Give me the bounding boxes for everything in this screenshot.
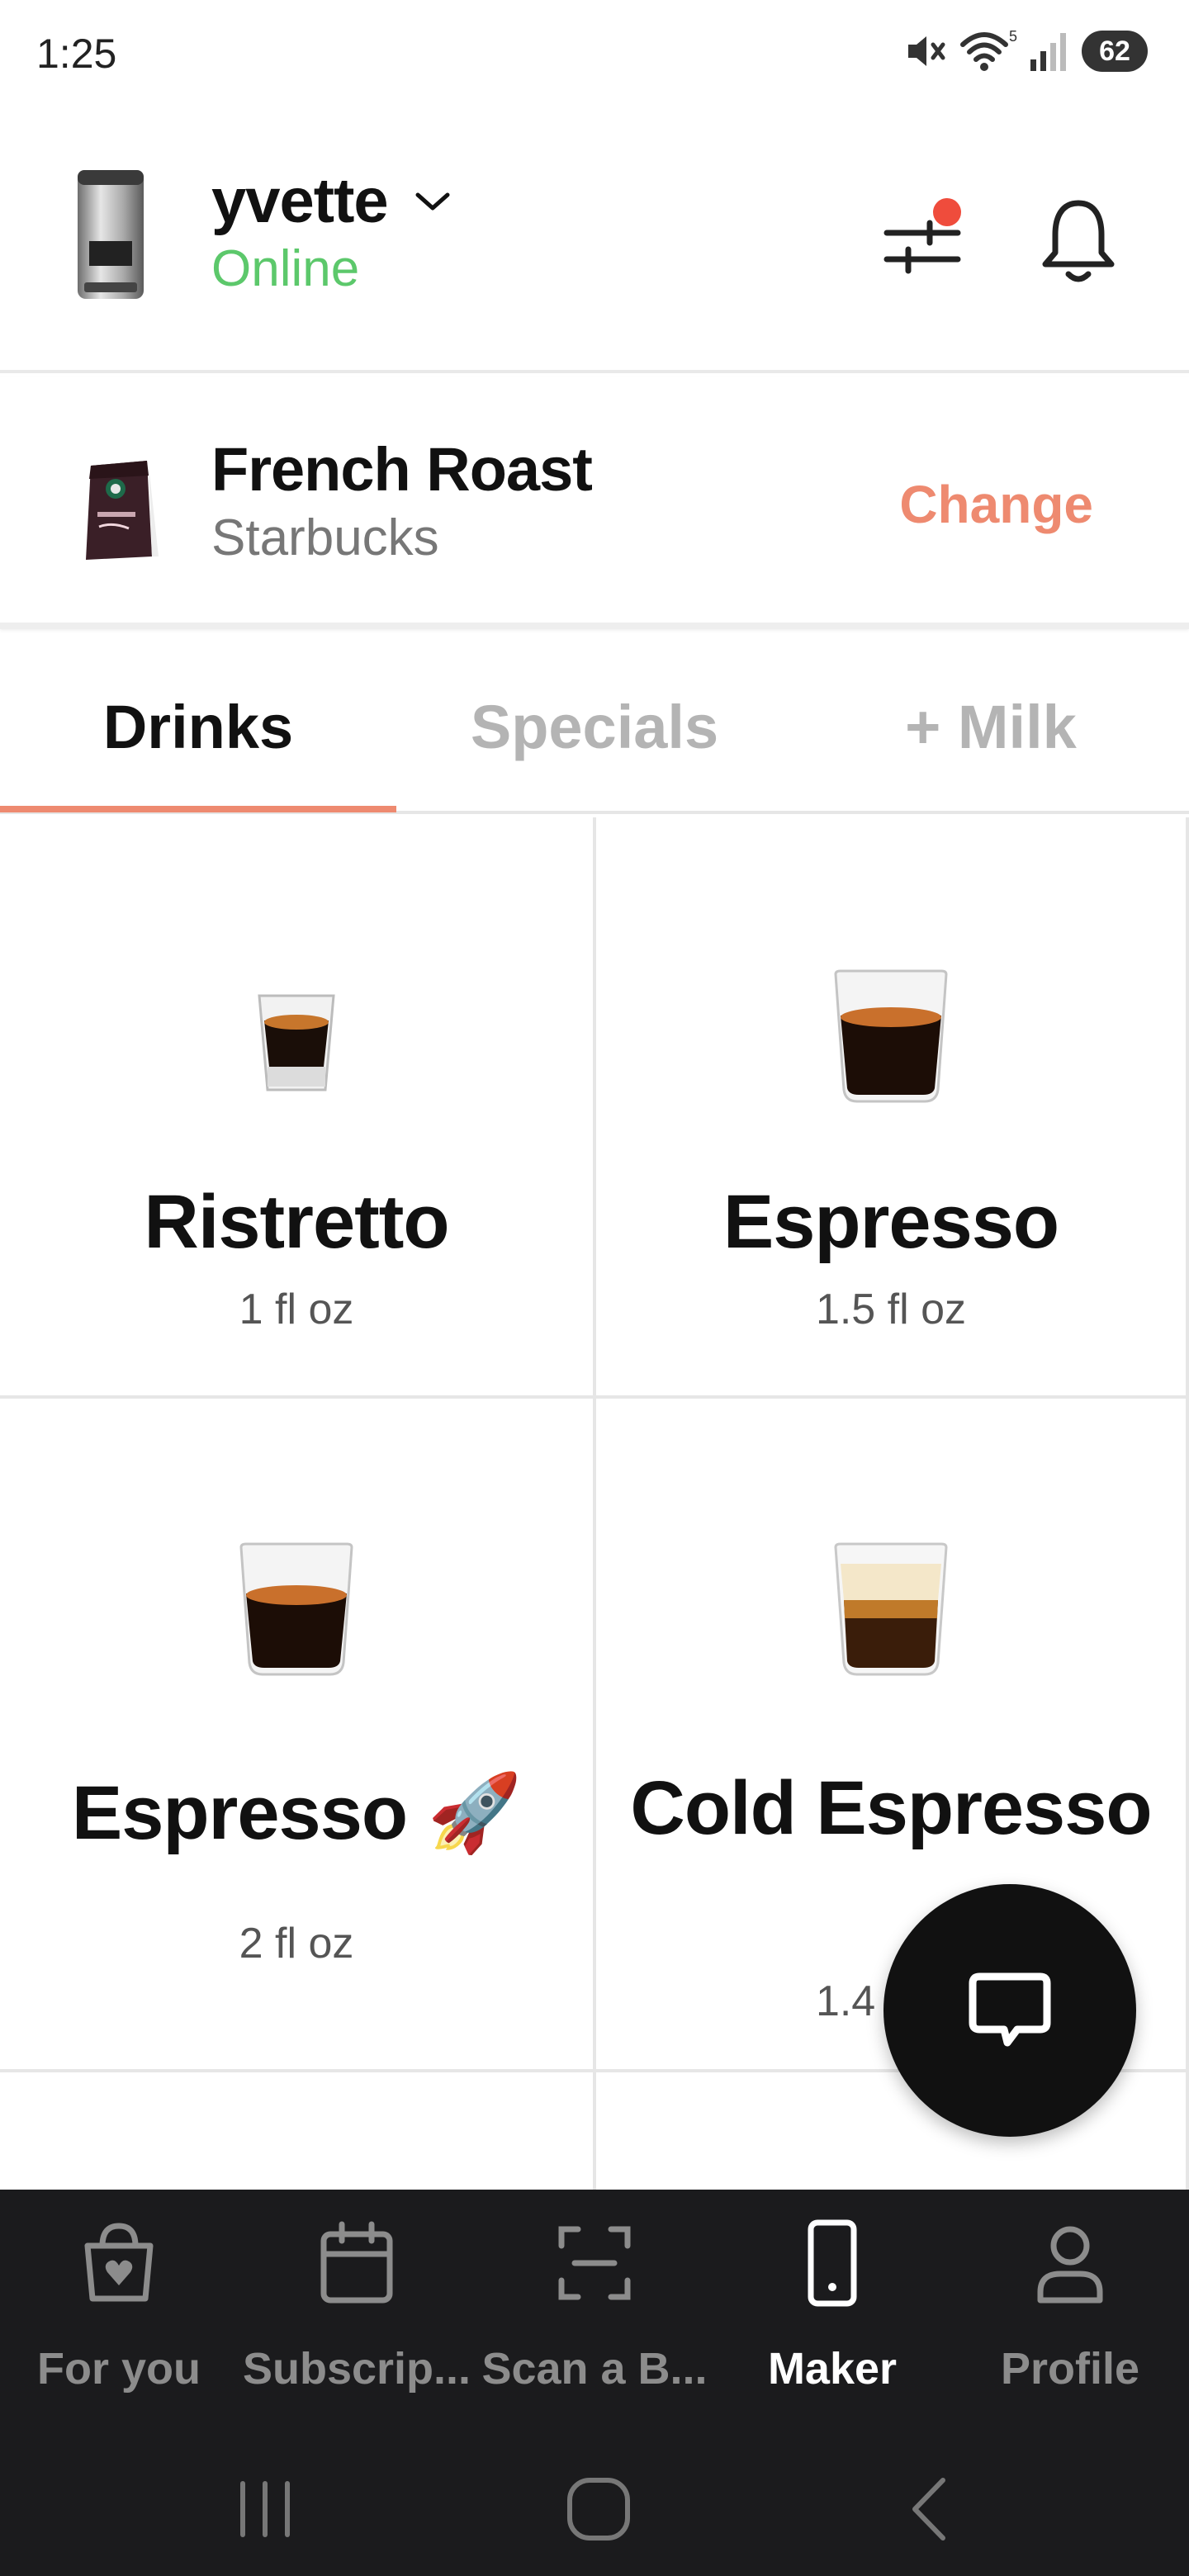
- maker-screen: 1:25 5 62 yvette Online French Roast Sta…: [0, 0, 1189, 2576]
- filters-button[interactable]: [883, 198, 966, 281]
- tab-milk[interactable]: + Milk: [793, 644, 1189, 809]
- chevron-down-icon: [415, 192, 450, 210]
- drink-name: Espresso: [722, 1180, 1059, 1264]
- shot-glass-image: [258, 994, 335, 1091]
- nav-for-you[interactable]: For you: [0, 2190, 238, 2437]
- calendar-icon: [320, 2221, 393, 2304]
- device-name: yvette: [211, 166, 389, 236]
- nav-label: Maker: [767, 2344, 898, 2394]
- drink-name: Ristretto: [144, 1180, 449, 1264]
- coffee-bag-image: [86, 461, 159, 560]
- back-icon[interactable]: [895, 2472, 969, 2546]
- svg-text:5: 5: [1009, 28, 1017, 45]
- notification-dot: [933, 198, 961, 226]
- status-bar: 1:25 5 62: [0, 0, 1189, 107]
- bottom-navigation: For you Subscrip... Scan a B... Maker Pr…: [0, 2190, 1189, 2437]
- recents-icon[interactable]: [228, 2472, 302, 2546]
- drink-name: Cold Espresso: [630, 1766, 1152, 1850]
- coffee-maker-image: [78, 170, 144, 299]
- drink-name: Espresso 🚀: [71, 1771, 522, 1855]
- mute-icon: [908, 36, 945, 66]
- coffee-name: French Roast: [211, 435, 593, 504]
- bell-icon: [1042, 200, 1115, 282]
- drink-size: 2 fl oz: [239, 1920, 354, 1968]
- scan-icon: [558, 2226, 631, 2300]
- signal-icon: [1030, 33, 1066, 71]
- drink-card-espresso[interactable]: Espresso 1.5 fl oz: [596, 817, 1189, 1399]
- espresso-glass-image: [834, 969, 948, 1103]
- device-header: yvette Online: [0, 107, 1189, 373]
- active-tab-indicator: [0, 806, 396, 812]
- nav-maker[interactable]: Maker: [713, 2190, 951, 2437]
- home-icon[interactable]: [561, 2472, 636, 2546]
- drink-tabs: Drinks Specials + Milk: [0, 644, 1189, 814]
- nav-profile[interactable]: Profile: [951, 2190, 1189, 2437]
- nav-label: Subscrip...: [242, 2344, 471, 2394]
- drink-card-ristretto[interactable]: Ristretto 1 fl oz: [0, 817, 596, 1399]
- device-selector[interactable]: yvette: [211, 165, 452, 237]
- nav-subscriptions[interactable]: Subscrip...: [238, 2190, 476, 2437]
- bag-heart-icon: [84, 2223, 154, 2302]
- nav-label: For you: [37, 2344, 201, 2394]
- status-icons: 5 62: [902, 28, 1148, 74]
- tab-drinks[interactable]: Drinks: [0, 644, 396, 809]
- tab-specials[interactable]: Specials: [396, 644, 793, 809]
- coffee-brand: Starbucks: [211, 509, 439, 566]
- selected-coffee: French Roast Starbucks Change: [0, 376, 1189, 629]
- phone-icon: [808, 2219, 857, 2307]
- notifications-button[interactable]: [1037, 197, 1120, 287]
- nav-label: Profile: [1000, 2344, 1140, 2394]
- nav-scan[interactable]: Scan a B...: [476, 2190, 713, 2437]
- nav-label: Scan a B...: [481, 2344, 708, 2394]
- espresso-glass-image: [239, 1542, 353, 1676]
- chat-button[interactable]: [883, 1884, 1136, 2137]
- drink-card-partial[interactable]: [0, 2072, 596, 2204]
- battery-indicator: 62: [1082, 31, 1148, 72]
- person-icon: [1037, 2226, 1103, 2304]
- chat-bubble-icon: [969, 1972, 1051, 2047]
- change-coffee-button[interactable]: Change: [899, 474, 1093, 535]
- status-time: 1:25: [36, 31, 117, 77]
- drink-card-espresso-rocket[interactable]: Espresso 🚀 2 fl oz: [0, 1399, 596, 2072]
- cold-espresso-glass-image: [834, 1542, 948, 1676]
- drink-size: 1 fl oz: [239, 1286, 354, 1333]
- wifi-icon: 5: [960, 28, 1017, 71]
- system-navigation: [0, 2437, 1189, 2576]
- device-status: Online: [211, 240, 360, 297]
- drink-size: 1.5 fl oz: [815, 1286, 967, 1333]
